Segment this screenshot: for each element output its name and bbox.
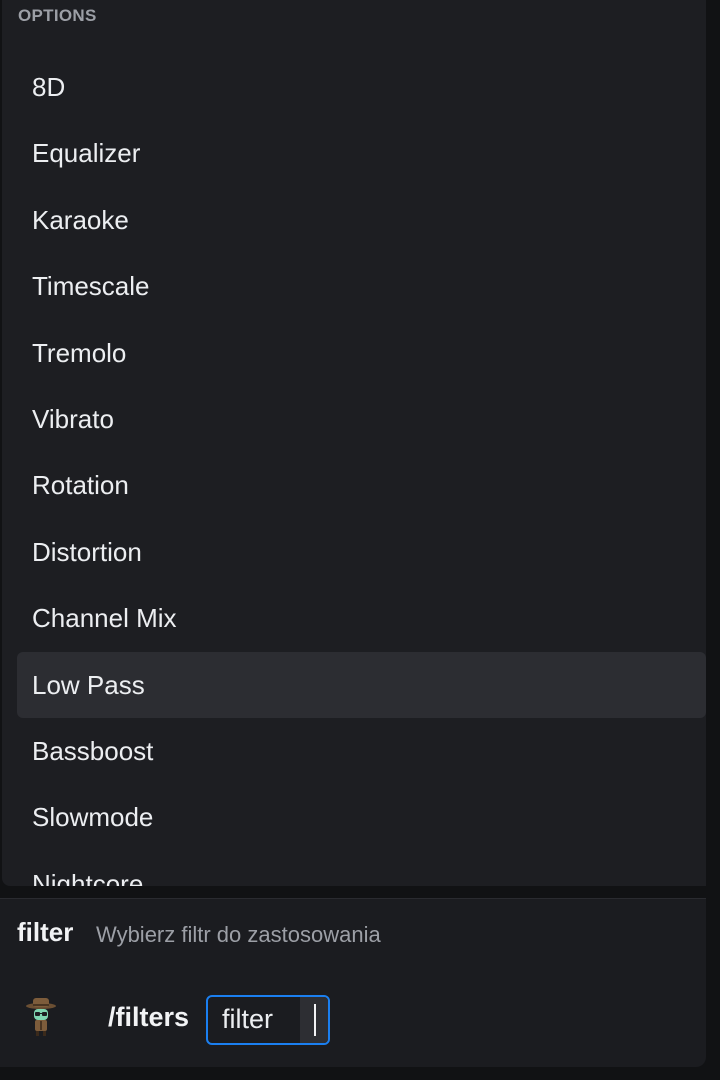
argument-hint-row: filter Wybierz filtr do zastosowania bbox=[0, 898, 706, 968]
detective-bot-avatar-icon bbox=[24, 997, 58, 1037]
filter-option-value-field[interactable] bbox=[300, 997, 328, 1043]
option-item-timescale[interactable]: Timescale bbox=[17, 253, 706, 319]
filter-option-input[interactable]: filter bbox=[206, 995, 330, 1045]
option-item-distortion[interactable]: Distortion bbox=[17, 519, 706, 585]
option-item-karaoke[interactable]: Karaoke bbox=[17, 187, 706, 253]
text-caret bbox=[314, 1004, 316, 1036]
app-root: OPTIONS 8D Equalizer Karaoke Timescale T… bbox=[0, 0, 720, 1080]
option-item-8d[interactable]: 8D bbox=[17, 54, 706, 120]
option-item-equalizer[interactable]: Equalizer bbox=[17, 120, 706, 186]
option-item-low-pass[interactable]: Low Pass bbox=[17, 651, 706, 718]
autocomplete-popup: OPTIONS 8D Equalizer Karaoke Timescale T… bbox=[2, 0, 706, 886]
option-item-rotation[interactable]: Rotation bbox=[17, 452, 706, 518]
popup-divider bbox=[0, 886, 720, 898]
option-item-bassboost[interactable]: Bassboost bbox=[17, 718, 706, 784]
option-list: 8D Equalizer Karaoke Timescale Tremolo V… bbox=[17, 54, 706, 886]
filter-option-label: filter bbox=[222, 1004, 274, 1034]
option-item-slowmode[interactable]: Slowmode bbox=[17, 784, 706, 850]
message-input-bar[interactable]: /filters filter bbox=[0, 967, 706, 1067]
autocomplete-header: OPTIONS bbox=[18, 6, 97, 25]
option-item-nightcore[interactable]: Nightcore bbox=[17, 851, 706, 886]
argument-description: Wybierz filtr do zastosowania bbox=[96, 922, 381, 947]
option-item-tremolo[interactable]: Tremolo bbox=[17, 320, 706, 386]
slash-command: /filters bbox=[108, 1002, 190, 1032]
option-item-channel-mix[interactable]: Channel Mix bbox=[17, 585, 706, 651]
argument-name: filter bbox=[17, 917, 74, 947]
option-item-vibrato[interactable]: Vibrato bbox=[17, 386, 706, 452]
